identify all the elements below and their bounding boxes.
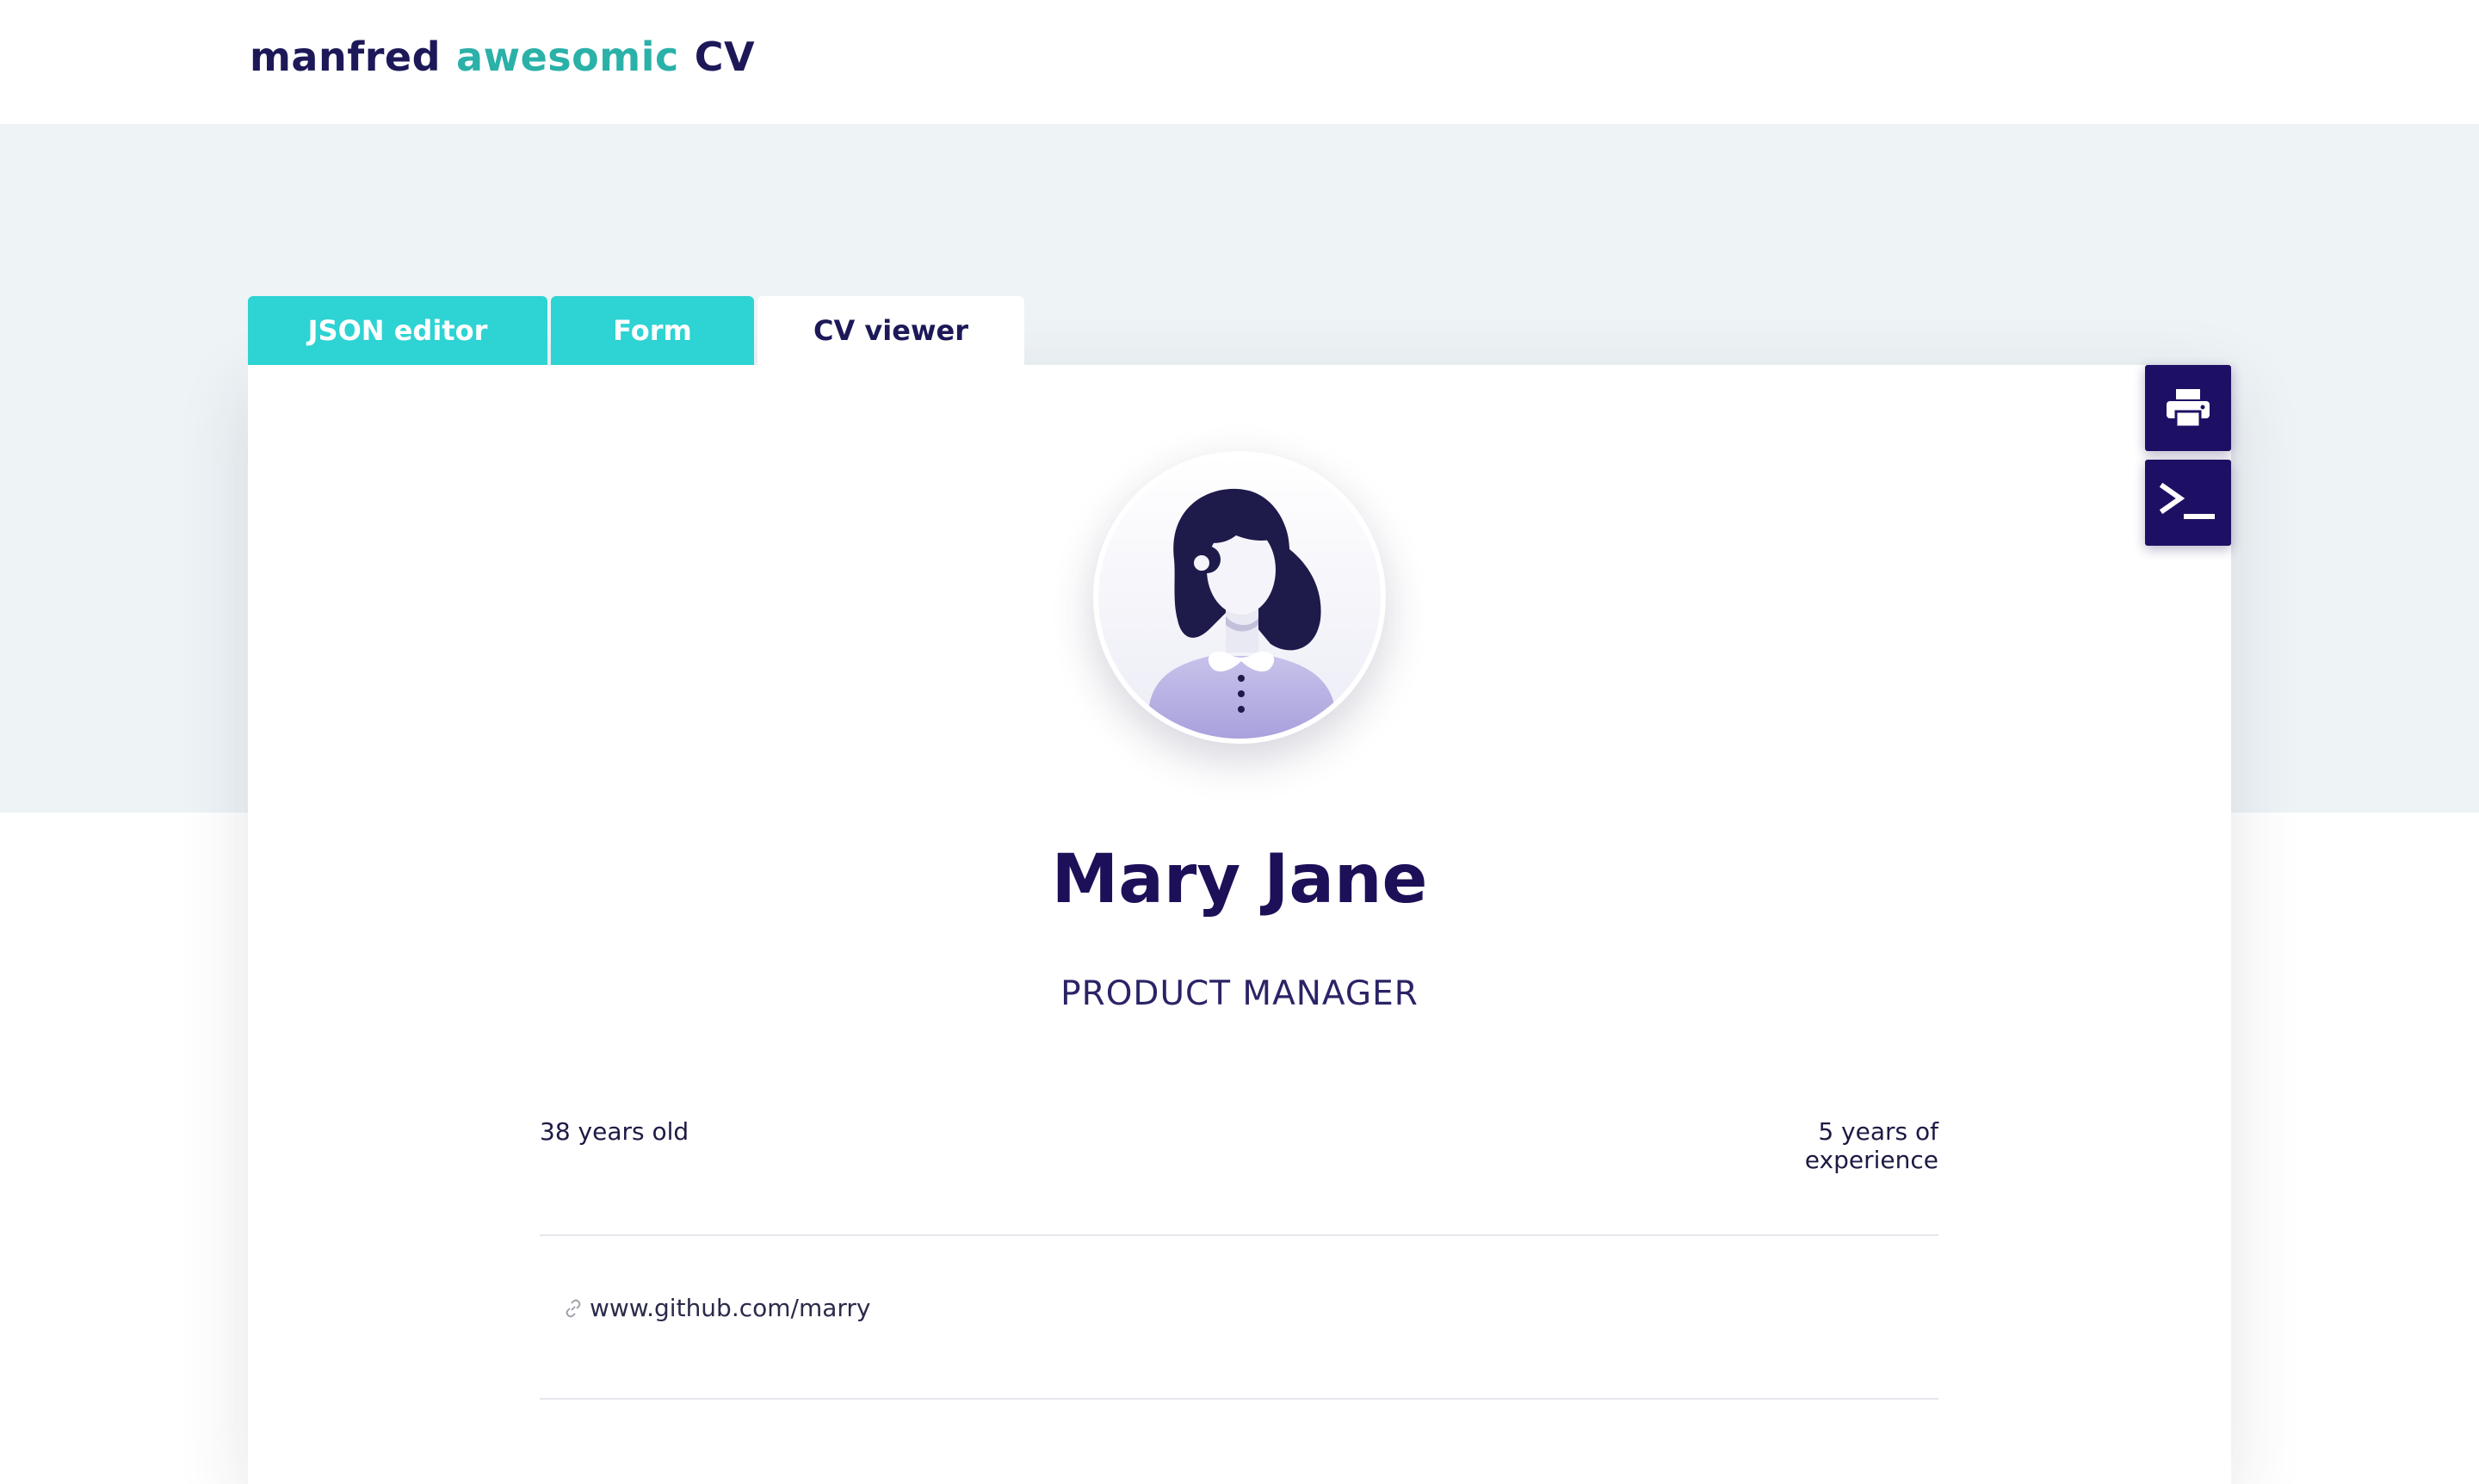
profile-title: PRODUCT MANAGER [1060,974,1419,1013]
github-link-text[interactable]: www.github.com/marry [590,1293,871,1324]
profile-name: Mary Jane [1051,841,1428,918]
profile-age: 38 years old [540,1117,689,1146]
printer-icon [2167,389,2210,429]
terminal-icon [2159,482,2215,519]
avatar [1093,451,1386,744]
logo-word-cv: CV [694,34,756,80]
tab-json-editor[interactable]: JSON editor [248,296,547,365]
avatar-illustration [1098,456,1381,739]
app-header: manfred awesomic CV [0,0,2479,124]
logo-word-manfred: manfred [250,34,442,80]
print-button[interactable] [2145,365,2231,451]
divider [540,1234,1938,1236]
terminal-button[interactable] [2145,460,2231,546]
github-link[interactable]: www.github.com/marry [564,1293,871,1324]
logo-word-awesomic: awesomic [456,34,679,80]
tab-bar: JSON editor Form CV viewer [248,296,1028,365]
link-icon [564,1299,583,1318]
tab-form[interactable]: Form [551,296,754,365]
profile-experience: 5 years of experience [1804,1117,1938,1174]
logo[interactable]: manfred awesomic CV [250,31,755,83]
divider [540,1398,1938,1400]
tab-cv-viewer[interactable]: CV viewer [757,296,1024,365]
